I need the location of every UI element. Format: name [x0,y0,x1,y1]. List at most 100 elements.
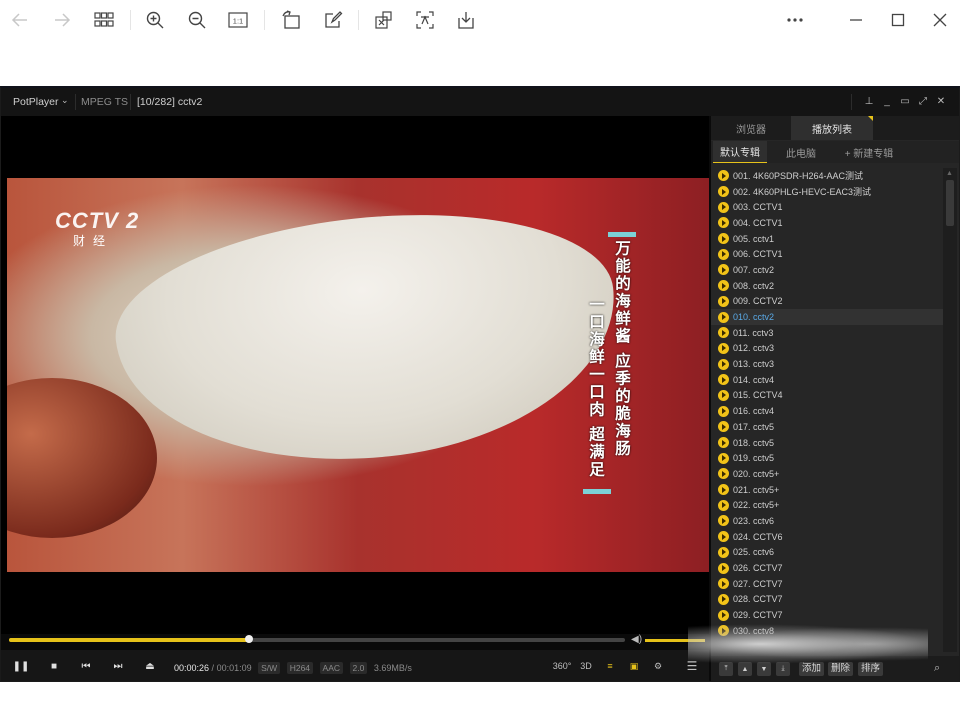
previous-icon[interactable]: ⏮ [78,658,94,674]
playlist-item-label: 021. cctv5+ [733,484,780,495]
restore-icon[interactable]: ▭ [897,92,913,110]
download-icon[interactable] [452,8,480,32]
search-icon[interactable]: ⌕ [934,662,940,675]
next-icon[interactable]: ⏭ [110,658,126,674]
close-icon[interactable]: ✕ [933,92,949,110]
3d-button[interactable]: 3D [578,658,594,674]
playlist-item[interactable]: 013. cctv3 [711,356,943,372]
play-icon [718,421,729,433]
play-icon [718,327,729,339]
tab-playlist[interactable]: 播放列表 [791,116,873,140]
play-icon [718,405,729,417]
playlist-item[interactable]: 017. cctv5 [711,419,943,435]
tab-this-pc[interactable]: 此电脑 [769,141,833,163]
playlist-item-label: 024. CCTV6 [733,531,783,542]
play-icon [718,280,729,292]
frying-pan [7,378,157,538]
vr-360-button[interactable]: 360° [553,658,572,674]
chevron-down-icon[interactable]: ⌄ [61,95,69,106]
seek-bar[interactable] [9,635,625,643]
playlist-item[interactable]: 018. cctv5 [711,435,943,451]
move-down-icon[interactable]: ▼ [757,662,771,676]
zoom-out-icon[interactable] [183,8,211,32]
volume-icon[interactable]: ◀) [631,634,642,645]
playlist-item-label: 013. cctv3 [733,359,775,370]
zoom-in-icon[interactable] [141,8,169,32]
fullscreen-icon[interactable]: ⤢ [915,92,931,110]
playlist-item[interactable]: 021. cctv5+ [711,482,943,498]
playlist-item-label: 002. 4K60PHLG-HEVC-EAC3测试 [733,187,872,198]
tab-new-album[interactable]: + 新建专辑 [837,141,901,163]
playlist-scrollbar[interactable]: ▲ [943,168,957,652]
playlist-search-icon[interactable]: ≡ [602,658,618,674]
playlist-item[interactable]: 029. CCTV7 [711,607,943,623]
playlist-item[interactable]: 023. cctv6 [711,513,943,529]
eject-icon[interactable]: ⏏ [142,658,158,674]
play-icon [718,546,729,558]
scroll-up-icon[interactable]: ▲ [946,170,953,177]
tab-default-album[interactable]: 默认专辑 [713,141,767,163]
tab-browser[interactable]: 浏览器 [711,116,791,140]
play-icon [718,609,729,621]
more-icon[interactable] [781,8,809,32]
back-arrow-icon[interactable] [6,8,34,32]
minimize-icon[interactable]: _ [879,92,895,110]
playlist-item[interactable]: 004. CCTV1 [711,215,943,231]
playlist-item[interactable]: 006. CCTV1 [711,246,943,262]
ocr-icon[interactable] [370,8,398,32]
playlist-item-label: 003. CCTV1 [733,202,783,213]
edit-icon[interactable] [319,8,347,32]
media-format: MPEG TS [81,96,129,108]
maximize-icon[interactable] [884,8,912,32]
forward-arrow-icon[interactable] [48,8,76,32]
stop-icon[interactable]: ■ [46,658,62,674]
pause-icon[interactable]: ❚❚ [13,658,30,674]
move-up-icon[interactable]: ▲ [738,662,752,676]
playlist-item[interactable]: 022. cctv5+ [711,497,943,513]
play-icon [718,452,729,464]
playlist-item[interactable]: 026. CCTV7 [711,560,943,576]
playlist-item-label: 009. CCTV2 [733,296,783,307]
playlist-item[interactable]: 010. cctv2 [711,309,943,325]
playlist-item[interactable]: 009. CCTV2 [711,294,943,310]
rotate-icon[interactable] [277,8,305,32]
move-bottom-icon[interactable]: ⤓ [776,662,790,676]
subtitle-icon[interactable]: ▣ [626,658,642,674]
playlist-item-label: 005. cctv1 [733,233,775,244]
video-area[interactable]: CCTV 2 财经 万能的海鲜酱 应季的脆海肠 一口海鲜一口肉 超满足 [1,116,709,634]
add-button[interactable]: 添加 [799,662,825,676]
playlist-item[interactable]: 008. cctv2 [711,278,943,294]
grid-icon[interactable] [90,8,118,32]
playlist-item[interactable]: 007. cctv2 [711,262,943,278]
delete-button[interactable]: 删除 [828,662,854,676]
translate-icon[interactable] [411,8,439,32]
close-icon[interactable] [926,8,954,32]
playlist-item[interactable]: 025. cctv6 [711,545,943,561]
pin-icon[interactable]: ⊥ [861,92,877,110]
scroll-thumb[interactable] [946,180,954,226]
playlist-item[interactable]: 019. cctv5 [711,450,943,466]
decoder-chip[interactable]: S/W [258,662,281,674]
app-menu-button[interactable]: PotPlayer [13,96,59,108]
playlist-item[interactable]: 014. cctv4 [711,372,943,388]
actual-size-icon[interactable]: 1:1 [224,8,252,32]
playlist-item-label: 006. CCTV1 [733,249,783,260]
playlist-item[interactable]: 024. CCTV6 [711,529,943,545]
minimize-icon[interactable] [842,8,870,32]
playlist-item[interactable]: 015. CCTV4 [711,388,943,404]
playlist-item[interactable]: 027. CCTV7 [711,576,943,592]
playlist-item[interactable]: 028. CCTV7 [711,592,943,608]
playlist-item[interactable]: 005. cctv1 [711,231,943,247]
playlist-item[interactable]: 002. 4K60PHLG-HEVC-EAC3测试 [711,184,943,200]
sort-button[interactable]: 排序 [858,662,884,676]
settings-icon[interactable]: ⚙ [650,658,666,674]
playlist-item[interactable]: 020. cctv5+ [711,466,943,482]
playlist-item[interactable]: 012. cctv3 [711,341,943,357]
playlist-item[interactable]: 001. 4K60PSDR-H264-AAC测试 [711,168,943,184]
watermark-blur [688,624,928,664]
playlist-item[interactable]: 011. cctv3 [711,325,943,341]
playlist-item[interactable]: 003. CCTV1 [711,199,943,215]
playlist-item[interactable]: 016. cctv4 [711,403,943,419]
move-top-icon[interactable]: ⤒ [719,662,733,676]
seek-handle[interactable] [245,635,254,643]
